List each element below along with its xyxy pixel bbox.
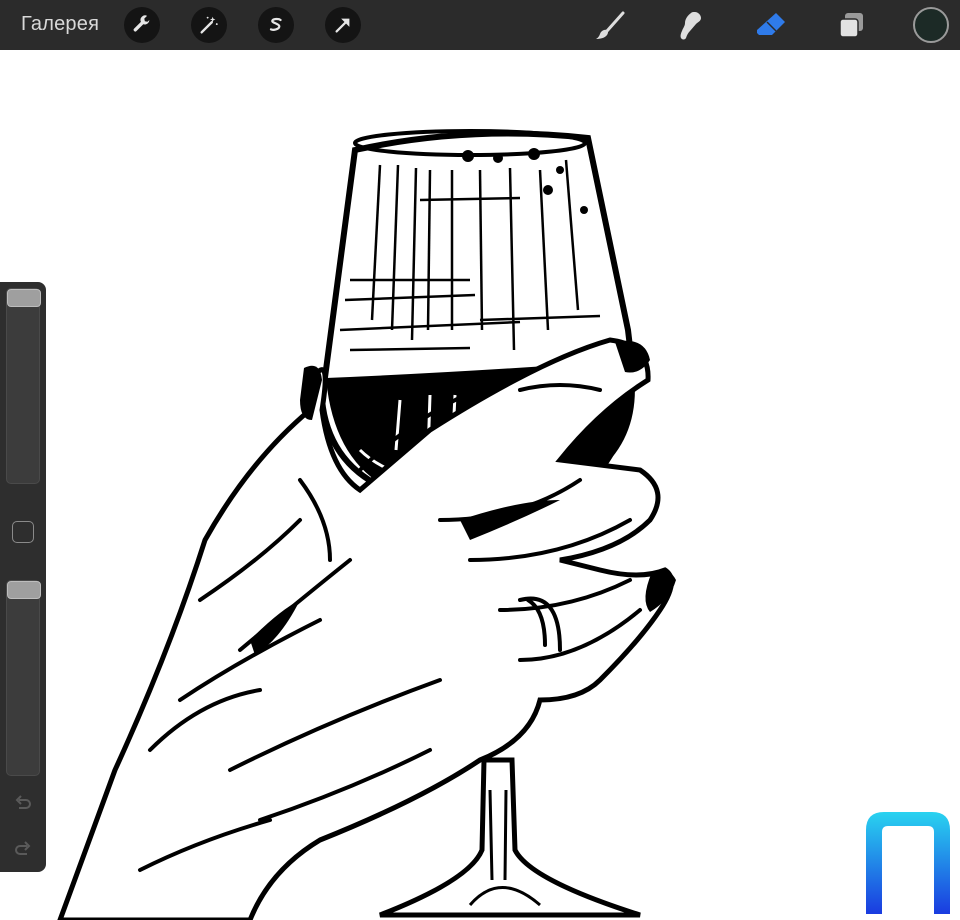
brush-icon[interactable] bbox=[591, 7, 629, 45]
watermark-logo bbox=[862, 810, 952, 914]
adjustments-magic-wand-icon[interactable] bbox=[191, 7, 227, 43]
transform-arrow-icon[interactable] bbox=[325, 7, 361, 43]
hand-wine-glass-artwork bbox=[57, 129, 676, 920]
smudge-icon[interactable] bbox=[671, 7, 709, 45]
drawing-canvas[interactable] bbox=[0, 50, 960, 920]
brush-opacity-slider[interactable] bbox=[6, 580, 41, 776]
selection-s-icon[interactable] bbox=[258, 7, 294, 43]
brush-size-slider[interactable] bbox=[6, 288, 41, 484]
brush-size-thumb[interactable] bbox=[7, 289, 41, 307]
square-modify-icon[interactable] bbox=[12, 521, 34, 543]
color-picker-button[interactable] bbox=[913, 7, 949, 43]
actions-wrench-icon[interactable] bbox=[124, 7, 160, 43]
top-toolbar: Галерея bbox=[0, 0, 960, 50]
brush-sidebar bbox=[0, 282, 46, 872]
eraser-icon[interactable] bbox=[752, 7, 790, 45]
gallery-button[interactable]: Галерея bbox=[21, 13, 99, 36]
layers-icon[interactable] bbox=[832, 7, 870, 45]
undo-arrow-icon[interactable] bbox=[11, 792, 35, 816]
redo-arrow-icon[interactable] bbox=[11, 838, 35, 862]
brush-opacity-thumb[interactable] bbox=[7, 581, 41, 599]
